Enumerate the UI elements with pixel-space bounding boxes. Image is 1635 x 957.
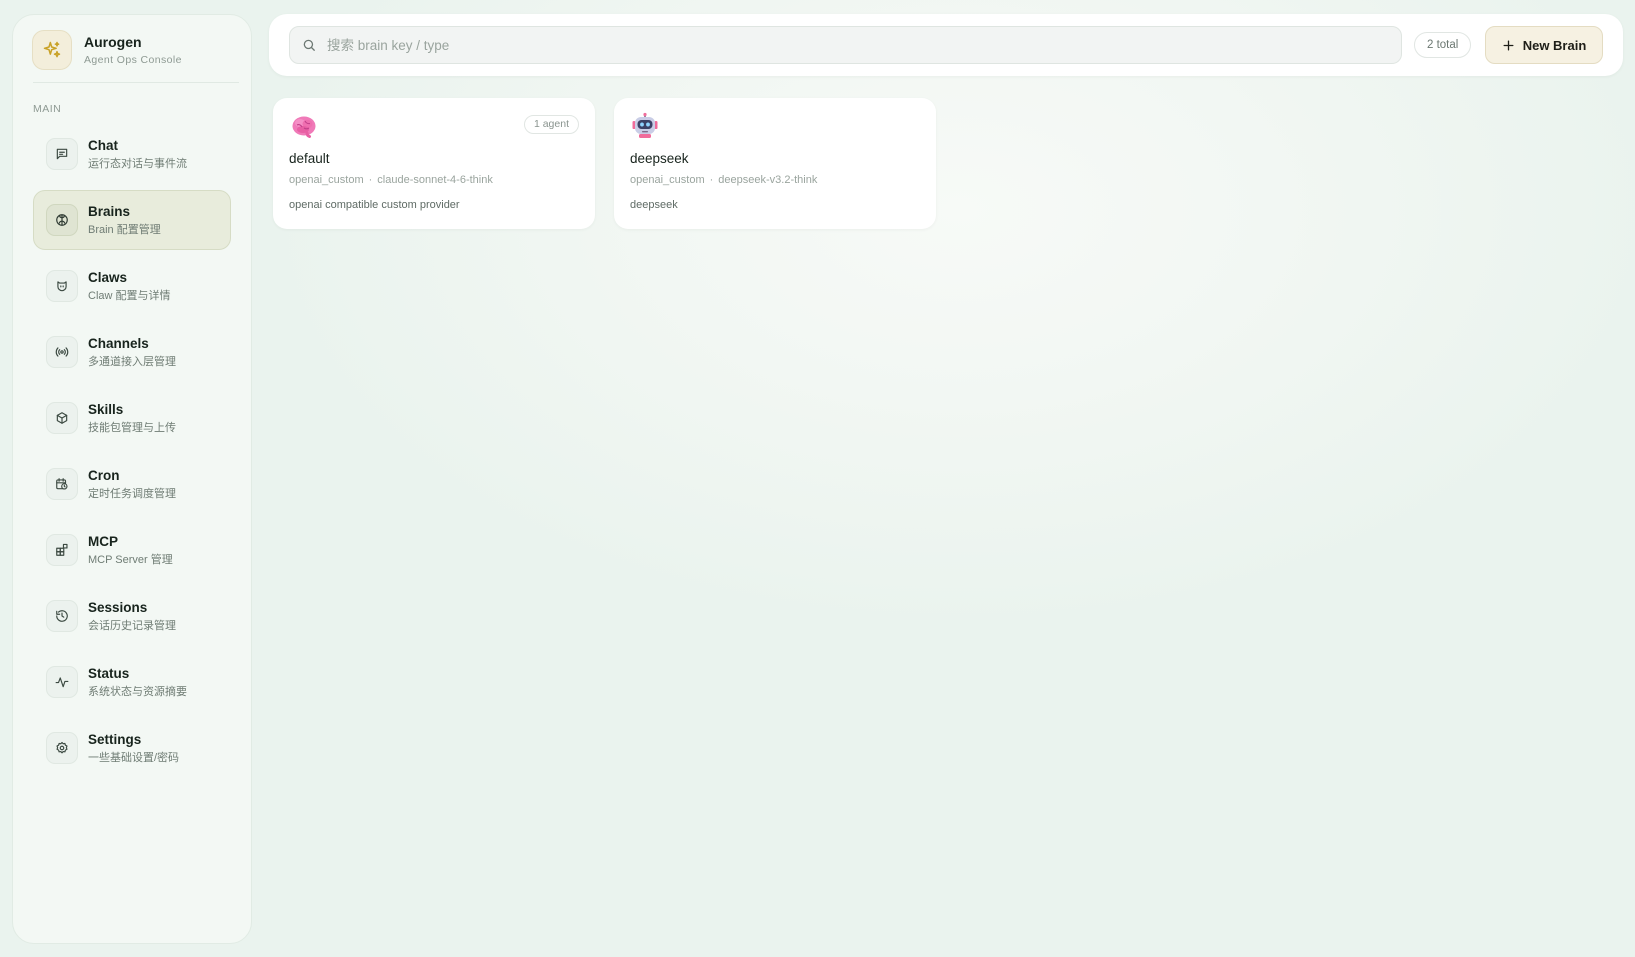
search-box[interactable] xyxy=(289,26,1402,64)
brand-name: Aurogen xyxy=(84,34,142,50)
sidebar-item-label: Brains xyxy=(88,203,131,219)
search-input[interactable] xyxy=(325,36,1369,54)
brain-provider: openai_custom xyxy=(630,174,705,186)
sidebar-item-description: 多通道接入层管理 xyxy=(88,355,176,368)
package-icon xyxy=(46,402,78,434)
sidebar-item-label: Settings xyxy=(88,731,142,747)
brain-provider: openai_custom xyxy=(289,174,364,186)
history-icon xyxy=(46,600,78,632)
plus-icon xyxy=(1503,40,1514,50)
sidebar-item-label: Status xyxy=(88,665,130,681)
gear-icon xyxy=(46,732,78,764)
brain-card-deepseek[interactable]: deepseek openai_custom · deepseek-v3.2-thi… xyxy=(614,98,936,229)
sidebar-item-sessions[interactable]: Sessions 会话历史记录管理 xyxy=(33,586,231,646)
brain-emoji-icon xyxy=(290,112,318,140)
sparkles-icon xyxy=(32,30,72,70)
sidebar-item-label: Skills xyxy=(88,401,124,417)
sidebar-item-channels[interactable]: Channels 多通道接入层管理 xyxy=(33,322,231,382)
brain-model: claude-sonnet-4-6-think xyxy=(377,174,493,186)
toolbar: 2 total New Brain xyxy=(269,14,1623,76)
robot-emoji-icon xyxy=(631,112,659,140)
sidebar-item-description: Brain 配置管理 xyxy=(88,223,161,236)
sidebar-item-description: 技能包管理与上传 xyxy=(88,421,176,434)
separator-dot: · xyxy=(709,174,714,186)
sidebar-item-cron[interactable]: Cron 定时任务调度管理 xyxy=(33,454,231,514)
new-brain-button[interactable]: New Brain xyxy=(1485,26,1603,64)
sidebar-item-label: Sessions xyxy=(88,599,148,615)
sidebar-item-status[interactable]: Status 系统状态与资源摘要 xyxy=(33,652,231,712)
broadcast-icon xyxy=(46,336,78,368)
sidebar-item-skills[interactable]: Skills 技能包管理与上传 xyxy=(33,388,231,448)
brain-description: openai compatible custom provider xyxy=(289,199,460,211)
sidebar-item-description: Claw 配置与详情 xyxy=(88,289,171,302)
sidebar-item-claws[interactable]: Claws Claw 配置与详情 xyxy=(33,256,231,316)
sidebar-item-label: Chat xyxy=(88,137,118,153)
brain-description: deepseek xyxy=(630,199,678,211)
chat-icon xyxy=(46,138,78,170)
brain-model: deepseek-v3.2-think xyxy=(718,174,818,186)
sidebar-item-description: 系统状态与资源摘要 xyxy=(88,685,187,698)
search-icon xyxy=(303,39,315,51)
activity-icon xyxy=(46,666,78,698)
brain-name: deepseek xyxy=(630,151,689,166)
calendar-clock-icon xyxy=(46,468,78,500)
sidebar-item-description: 运行态对话与事件流 xyxy=(88,157,187,170)
new-brain-button-label: New Brain xyxy=(1522,37,1587,53)
sidebar-item-description: 一些基础设置/密码 xyxy=(88,751,180,764)
brain-name: default xyxy=(289,151,330,166)
sidebar-item-label: Channels xyxy=(88,335,149,351)
brand-divider xyxy=(33,82,239,83)
brand[interactable]: Aurogen Agent Ops Console xyxy=(32,30,182,70)
sidebar-nav: Chat 运行态对话与事件流 Brains Brain 配置管理 Claws C… xyxy=(33,124,231,784)
sidebar-item-label: MCP xyxy=(88,533,118,549)
sidebar-item-chat[interactable]: Chat 运行态对话与事件流 xyxy=(33,124,231,184)
sidebar-item-description: MCP Server 管理 xyxy=(88,553,173,566)
sidebar: Aurogen Agent Ops Console MAIN Chat 运行态对… xyxy=(12,14,252,944)
sidebar-item-label: Cron xyxy=(88,467,120,483)
sidebar-item-brains[interactable]: Brains Brain 配置管理 xyxy=(33,190,231,250)
total-count-badge: 2 total xyxy=(1414,32,1472,58)
agent-count-badge: 1 agent xyxy=(523,115,579,134)
blocks-icon xyxy=(46,534,78,566)
sidebar-item-mcp[interactable]: MCP MCP Server 管理 xyxy=(33,520,231,580)
sidebar-item-description: 会话历史记录管理 xyxy=(88,619,176,632)
brand-subtitle: Agent Ops Console xyxy=(84,54,182,66)
brain-card-default[interactable]: 1 agent default openai_custom · claude-son… xyxy=(273,98,595,229)
brain-meta: openai_custom · claude-sonnet-4-6-think xyxy=(289,174,493,186)
sidebar-item-description: 定时任务调度管理 xyxy=(88,487,176,500)
separator-dot: · xyxy=(368,174,373,186)
section-label-main: MAIN xyxy=(33,103,62,115)
brain-icon xyxy=(46,204,78,236)
brain-meta: openai_custom · deepseek-v3.2-think xyxy=(630,174,817,186)
claw-icon xyxy=(46,270,78,302)
sidebar-item-label: Claws xyxy=(88,269,128,285)
sidebar-item-settings[interactable]: Settings 一些基础设置/密码 xyxy=(33,718,231,778)
